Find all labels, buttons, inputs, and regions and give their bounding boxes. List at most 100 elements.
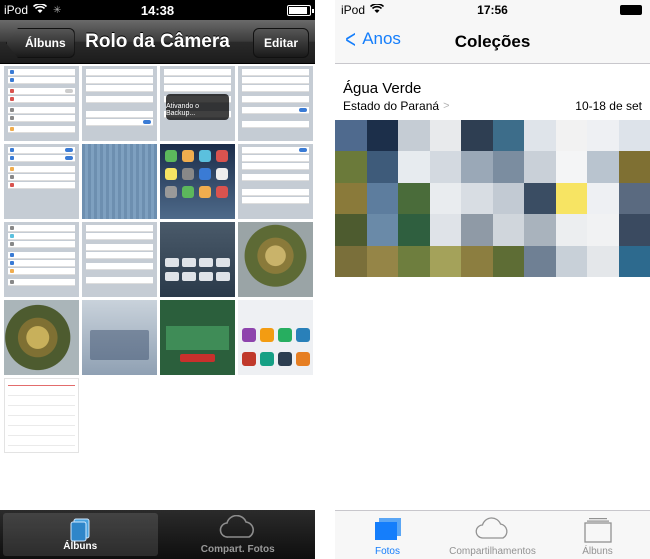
mosaic-thumbnail xyxy=(398,182,430,215)
photo-thumbnail[interactable] xyxy=(4,66,79,141)
mosaic-thumbnail xyxy=(429,245,461,277)
mosaic-thumbnail xyxy=(524,120,556,152)
mosaic-thumbnail xyxy=(429,214,461,246)
mosaic-thumbnail xyxy=(461,120,493,152)
tab-albums[interactable]: Álbuns xyxy=(545,511,650,559)
photo-thumbnail[interactable] xyxy=(4,300,79,375)
mosaic-thumbnail xyxy=(335,151,367,183)
tab-photos[interactable]: Fotos xyxy=(335,511,440,559)
photo-thumbnail[interactable] xyxy=(160,222,235,297)
photo-thumbnail[interactable] xyxy=(82,144,157,219)
collection-place: Água Verde xyxy=(343,80,422,97)
mosaic-thumbnail xyxy=(398,214,430,246)
wifi-icon xyxy=(32,2,48,17)
navigation-bar: Álbuns Rolo da Câmera Editar xyxy=(0,20,315,64)
wifi-icon xyxy=(369,2,385,17)
mosaic-thumbnail xyxy=(524,151,556,183)
tab-albums-label: Álbuns xyxy=(582,546,613,557)
mosaic-thumbnail xyxy=(366,245,398,277)
tab-shared-photos-label: Compart. Fotos xyxy=(200,544,275,555)
mosaic-thumbnail xyxy=(398,245,430,277)
battery-icon xyxy=(287,5,314,16)
mosaic-thumbnail xyxy=(429,120,461,152)
photo-thumbnail[interactable]: Ativando o Backup... xyxy=(160,66,235,141)
photo-thumbnail[interactable] xyxy=(82,66,157,141)
tab-albums[interactable]: Álbuns xyxy=(3,513,158,556)
mosaic-thumbnail xyxy=(587,120,619,152)
albums-back-button[interactable]: Álbuns xyxy=(6,28,75,58)
photo-thumbnail[interactable] xyxy=(4,378,79,453)
photo-thumbnail[interactable] xyxy=(238,300,313,375)
tab-bar: Fotos Compartilhamentos Álbuns xyxy=(335,510,650,559)
mosaic-thumbnail xyxy=(587,182,619,215)
carrier-label: iPod xyxy=(341,3,366,17)
mosaic-thumbnail xyxy=(555,182,587,215)
photo-thumbnail[interactable] xyxy=(82,300,157,375)
albums-icon xyxy=(68,518,92,547)
mosaic-thumbnail xyxy=(335,245,367,277)
mosaic-thumbnail xyxy=(492,214,524,246)
mosaic-thumbnail xyxy=(335,120,367,152)
photo-thumbnail[interactable] xyxy=(238,144,313,219)
mosaic-thumbnail xyxy=(335,214,367,246)
backup-overlay-label: Ativando o Backup... xyxy=(166,103,200,117)
status-time: 14:38 xyxy=(140,2,175,18)
collection-photo-mosaic[interactable] xyxy=(335,120,650,277)
cloud-icon xyxy=(218,514,258,544)
mosaic-thumbnail xyxy=(492,245,524,277)
mosaic-thumbnail xyxy=(587,214,619,246)
mosaic-thumbnail xyxy=(429,182,461,215)
mosaic-thumbnail xyxy=(492,151,524,183)
photo-thumbnail[interactable] xyxy=(238,66,313,141)
photo-thumbnail[interactable] xyxy=(4,144,79,219)
status-bar: iPod 17:56 xyxy=(335,0,650,20)
edit-button[interactable]: Editar xyxy=(252,28,309,58)
photo-thumbnail[interactable] xyxy=(4,222,79,297)
collection-region: Estado do Paraná xyxy=(343,99,440,113)
tab-shared[interactable]: Compartilhamentos xyxy=(440,511,545,559)
activity-spinner-icon: ✳ xyxy=(53,4,62,16)
carrier-label: iPod xyxy=(4,3,29,17)
mosaic-thumbnail xyxy=(461,214,493,246)
tab-photos-label: Fotos xyxy=(374,546,400,557)
chevron-left-icon: < xyxy=(345,24,356,54)
mosaic-thumbnail xyxy=(524,245,556,277)
mosaic-thumbnail xyxy=(461,245,493,277)
mosaic-thumbnail xyxy=(461,151,493,183)
chevron-right-icon: > xyxy=(443,100,450,112)
tab-shared-photos[interactable]: Compart. Fotos xyxy=(161,510,316,559)
mosaic-thumbnail xyxy=(618,245,650,277)
status-bar: iPod ✳ 14:38 xyxy=(0,0,315,20)
mosaic-thumbnail xyxy=(618,151,650,183)
photo-thumbnail[interactable] xyxy=(82,222,157,297)
mosaic-thumbnail xyxy=(366,214,398,246)
albums-icon xyxy=(583,517,613,546)
mosaic-thumbnail xyxy=(587,245,619,277)
ios6-camera-roll-screen: iPod ✳ 14:38 Álbuns Rolo da Câmera Edita… xyxy=(0,0,315,559)
tab-shared-label: Compartilhamentos xyxy=(449,546,536,557)
mosaic-thumbnail xyxy=(587,151,619,183)
navigation-bar: < Anos Coleções xyxy=(335,20,650,64)
mosaic-thumbnail xyxy=(618,214,650,246)
cloud-icon xyxy=(474,517,512,544)
mosaic-thumbnail xyxy=(492,120,524,152)
screenshot-root: iPod ✳ 14:38 Álbuns Rolo da Câmera Edita… xyxy=(0,0,650,559)
years-back-label: Anos xyxy=(362,29,401,48)
collection-header[interactable]: Água Verde Estado do Paraná > 10-18 de s… xyxy=(335,80,650,113)
mosaic-thumbnail xyxy=(555,214,587,246)
years-back-button[interactable]: < Anos xyxy=(343,24,401,54)
mosaic-thumbnail xyxy=(461,182,493,215)
photo-thumbnail[interactable] xyxy=(238,222,313,297)
mosaic-thumbnail xyxy=(618,120,650,152)
battery-icon xyxy=(620,5,642,15)
photo-thumbnail[interactable] xyxy=(160,300,235,375)
mosaic-thumbnail xyxy=(524,214,556,246)
ios7-collections-screen: iPod 17:56 < Anos Coleções Água Verde Es… xyxy=(335,0,650,559)
mosaic-thumbnail xyxy=(555,151,587,183)
photos-icon xyxy=(373,517,403,544)
mosaic-thumbnail xyxy=(335,182,367,215)
mosaic-thumbnail xyxy=(492,182,524,215)
backup-overlay: Ativando o Backup... xyxy=(166,94,229,120)
mosaic-thumbnail xyxy=(429,151,461,183)
photo-thumbnail[interactable] xyxy=(160,144,235,219)
